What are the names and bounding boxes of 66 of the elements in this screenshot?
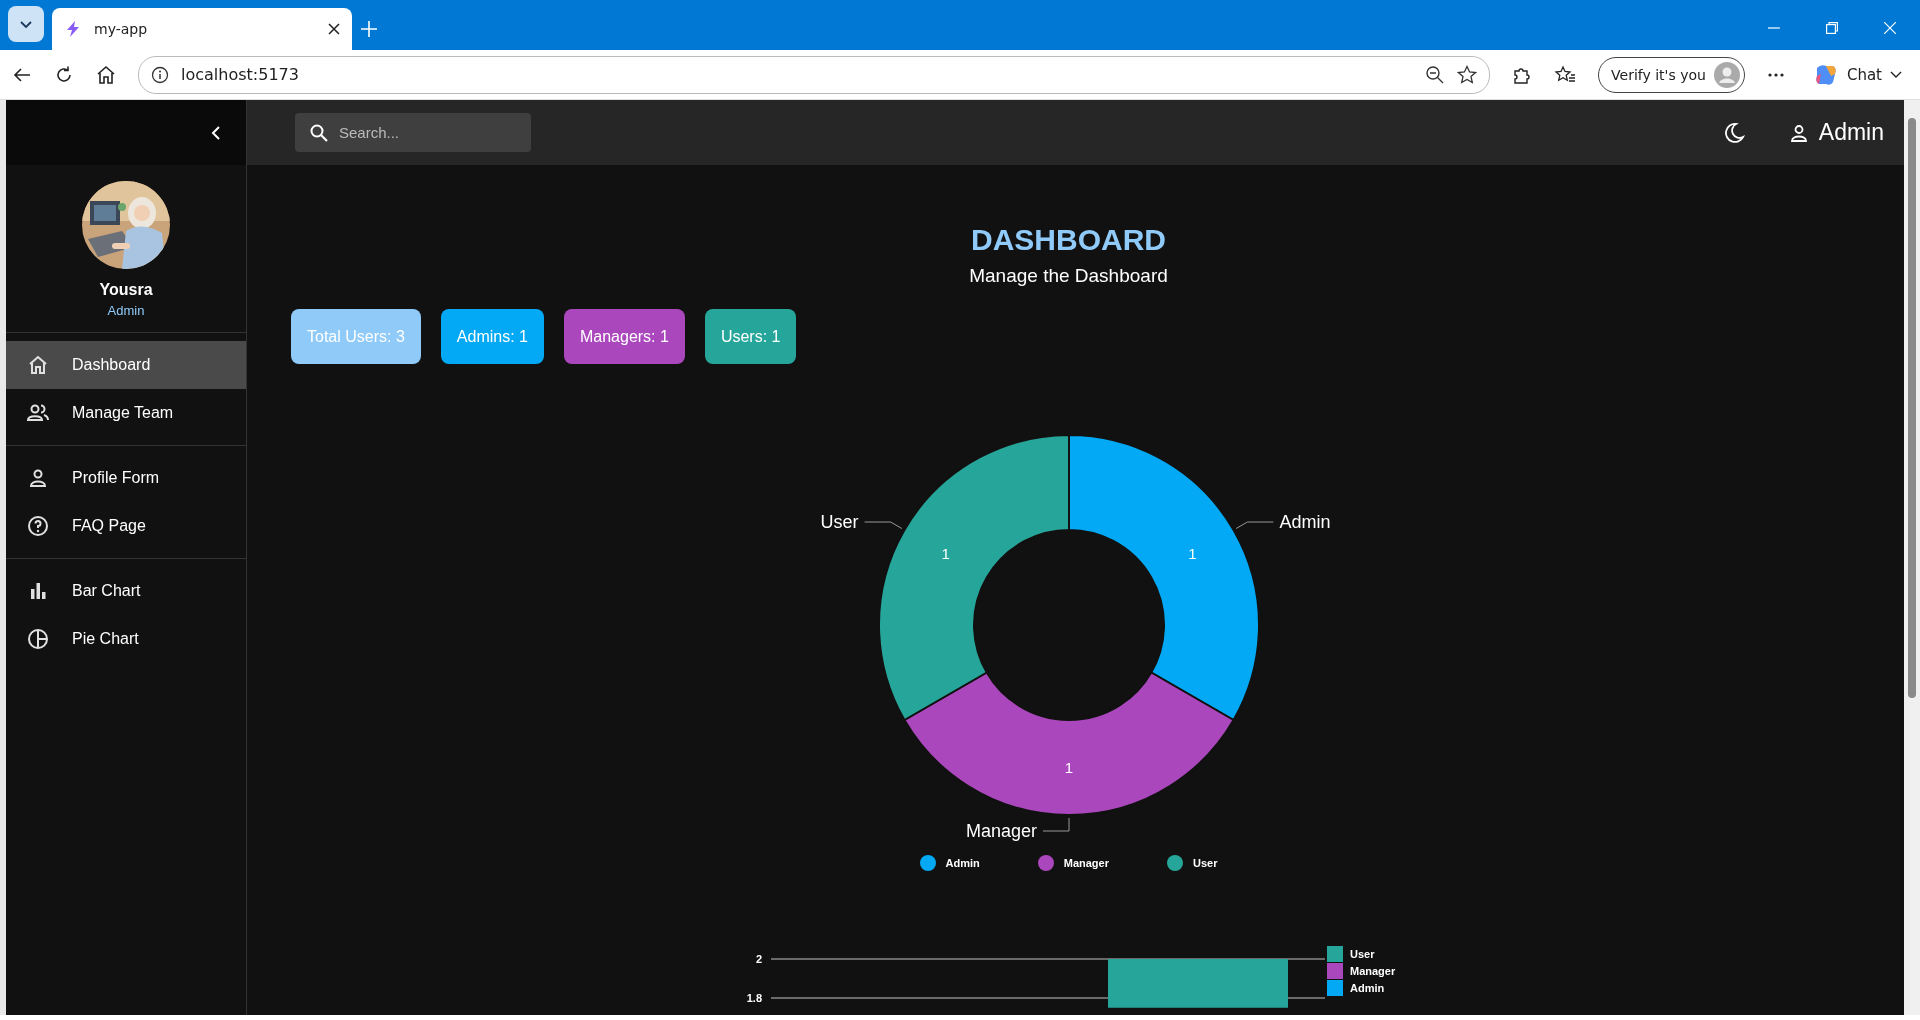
page-subtitle: Manage the Dashboard: [969, 265, 1168, 287]
close-icon[interactable]: [328, 23, 340, 35]
nav-item[interactable]: Bar Chart: [6, 567, 246, 615]
nav-label: Manage Team: [72, 404, 174, 422]
user-role: Admin: [107, 303, 145, 318]
stat-button[interactable]: Managers: 1: [563, 309, 685, 364]
nav-label: FAQ Page: [72, 517, 146, 535]
nav-item[interactable]: FAQ Page: [6, 502, 246, 550]
nav-label: Profile Form: [72, 469, 160, 487]
tab-title: my-app: [94, 21, 149, 37]
legend-label: User: [1193, 857, 1218, 869]
legend-label: Manager: [1349, 965, 1395, 977]
nav-label: Bar Chart: [72, 582, 141, 600]
page-title: DASHBOARD: [971, 223, 1166, 257]
donut-slice[interactable]: [902, 671, 1235, 816]
avatar-icon: [1713, 61, 1740, 88]
help-icon: [26, 514, 50, 538]
nav-item[interactable]: Profile Form: [6, 454, 246, 502]
axis-tick-label: 2: [755, 953, 762, 965]
leader-line: [1042, 817, 1069, 832]
slice-label: User: [820, 512, 859, 532]
slice-label: Manager: [965, 821, 1037, 841]
refresh-icon[interactable]: [54, 64, 74, 85]
legend-label: Admin: [945, 857, 980, 869]
more-icon[interactable]: [1766, 71, 1785, 78]
donut-slice[interactable]: [877, 434, 1070, 721]
leader-line: [863, 521, 902, 529]
restore-icon[interactable]: [1826, 22, 1838, 34]
leader-line: [1235, 521, 1274, 529]
scrollbar[interactable]: [1904, 100, 1920, 1015]
donut-slice[interactable]: [1067, 434, 1260, 721]
legend-label: Admin: [1349, 982, 1384, 994]
search-field[interactable]: Search...: [295, 113, 531, 152]
chevron-left-icon: [210, 125, 222, 140]
home-icon[interactable]: [96, 64, 116, 85]
slice-value: 1: [940, 544, 950, 562]
slice-value: 1: [1064, 758, 1073, 776]
chevron-icon: [1890, 70, 1902, 79]
pie-chart-icon: [26, 627, 50, 651]
user-name: Yousra: [99, 281, 153, 299]
url-text: localhost:5173: [181, 65, 300, 84]
nav-label: Pie Chart: [72, 630, 139, 648]
slice-label: Admin: [1278, 512, 1330, 532]
browser-tab[interactable]: my-app: [52, 8, 352, 50]
legend-label: Manager: [1063, 857, 1109, 869]
moon-icon[interactable]: [1722, 121, 1745, 144]
legend-label: User: [1349, 948, 1374, 960]
nav-item[interactable]: Pie Chart: [6, 615, 246, 663]
favorites-icon[interactable]: [1554, 64, 1577, 85]
axis-tick-label: 1.8: [746, 992, 762, 1004]
new-tab-icon[interactable]: [360, 20, 378, 38]
star-icon[interactable]: [1457, 64, 1478, 85]
address-bar[interactable]: localhost:5173: [138, 55, 1491, 94]
nav-item[interactable]: Manage Team: [6, 389, 246, 437]
slice-value: 1: [1187, 544, 1197, 562]
search-icon: [309, 123, 329, 143]
info-icon[interactable]: [151, 65, 169, 84]
nav-label: Dashboard: [72, 356, 151, 374]
chat-button[interactable]: Chat: [1806, 60, 1908, 89]
zoom-out-icon[interactable]: [1425, 64, 1446, 85]
user-menu-button[interactable]: Admin: [1782, 118, 1890, 147]
tab-menu-button[interactable]: [8, 6, 44, 42]
profile-button[interactable]: Verify it's you: [1598, 56, 1745, 93]
nav-item[interactable]: Dashboard: [6, 341, 246, 389]
bolt-icon: [64, 20, 82, 38]
person-icon: [1788, 122, 1809, 143]
